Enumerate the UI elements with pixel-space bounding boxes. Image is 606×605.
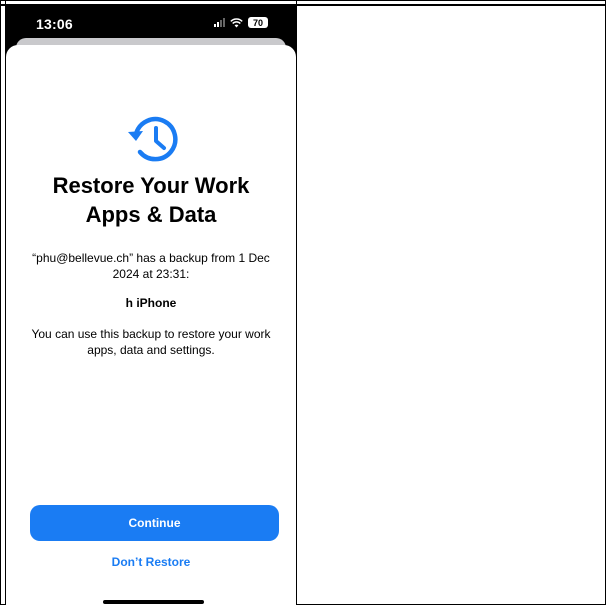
continue-button[interactable]: Continue xyxy=(30,505,279,541)
title-line-2: Apps & Data xyxy=(85,202,217,227)
title-line-1: Restore Your Work xyxy=(52,173,250,198)
status-icons: 70 xyxy=(214,17,268,28)
signal-icon xyxy=(214,18,225,27)
status-bar: 13:06 70 xyxy=(6,6,296,40)
status-time: 13:06 xyxy=(36,16,73,32)
restore-history-icon xyxy=(128,116,178,162)
battery-icon: 70 xyxy=(248,17,268,28)
phone-screen: 13:06 70 Restore Your Work Apps & Data “… xyxy=(6,6,296,605)
restore-sheet: Restore Your Work Apps & Data “phu@belle… xyxy=(6,45,296,605)
dont-restore-button[interactable]: Don’t Restore xyxy=(6,555,296,569)
frame-divider xyxy=(296,0,297,605)
wifi-icon xyxy=(230,17,243,27)
restore-explanation: You can use this backup to restore your … xyxy=(31,327,271,357)
backup-description: “phu@bellevue.ch” has a backup from 1 De… xyxy=(32,251,270,281)
page-title: Restore Your Work Apps & Data xyxy=(6,171,296,229)
device-name: h iPhone xyxy=(125,296,177,310)
home-indicator[interactable] xyxy=(103,600,204,604)
